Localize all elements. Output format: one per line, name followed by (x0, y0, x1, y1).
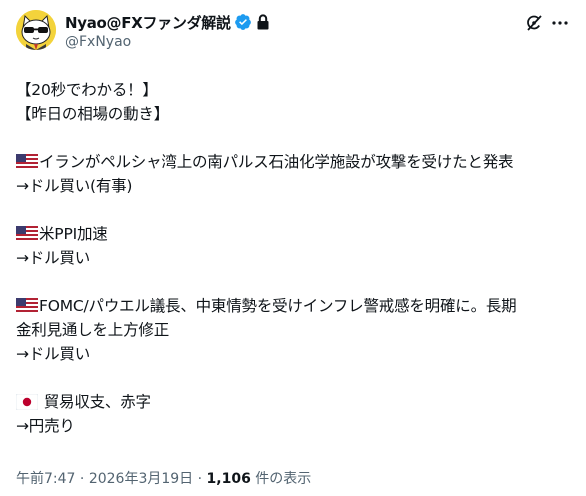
us-flag-icon (16, 154, 38, 170)
more-button[interactable] (550, 13, 570, 33)
views-label: 件の表示 (250, 471, 312, 487)
post-line: 貿易収支、赤字 (16, 390, 576, 414)
lock-icon (257, 14, 269, 30)
post-meta: 午前7:47 · 2026年3月19日 · 1,106 件の表示 (16, 468, 311, 488)
post-line-text: 貿易収支、赤字 (39, 393, 151, 411)
post-line: →ドル買い (16, 249, 90, 267)
us-flag-icon (16, 298, 38, 314)
post-title-line-2: 【昨日の相場の動き】 (16, 105, 170, 123)
cat-avatar-icon (16, 10, 56, 50)
post-line: →ドル買い(有事) (16, 177, 133, 195)
post-date: 2026年3月19日 (88, 471, 194, 487)
verified-badge-icon (234, 14, 251, 30)
handle[interactable]: @FxNyao (65, 34, 270, 50)
post-line: →円売り (16, 417, 75, 435)
post-line-text: FOMC/パウエル議長、中東情勢を受けインフレ警戒感を明確に。長期 (39, 297, 517, 315)
post-body: 【20秒でわかる！】 【昨日の相場の動き】 イランがペルシャ湾上の南パルス石油化… (16, 78, 576, 438)
avatar[interactable] (16, 10, 56, 50)
post-line: →ドル買い (16, 345, 90, 363)
grok-button[interactable] (524, 13, 544, 33)
post-line: 金利見通しを上方修正 (16, 321, 170, 339)
display-name[interactable]: Nyao@FXファンダ解説 (65, 12, 231, 33)
post-line-text: イランがペルシャ湾上の南パルス石油化学施設が攻撃を受けたと発表 (39, 153, 514, 171)
views-count: 1,106 (206, 471, 251, 487)
post-line-text: 米PPI加速 (39, 225, 108, 243)
us-flag-icon (16, 226, 38, 242)
post-timestamp[interactable]: 午前7:47 · 2026年3月19日 (16, 471, 193, 487)
meta-separator: · (193, 471, 207, 487)
post-line: FOMC/パウエル議長、中東情勢を受けインフレ警戒感を明確に。長期 (16, 294, 576, 318)
jp-flag-icon (16, 394, 38, 410)
meta-separator: · (75, 471, 89, 487)
post-time: 午前7:47 (16, 471, 76, 487)
more-icon (552, 21, 568, 25)
post-title-line-1: 【20秒でわかる！】 (16, 81, 158, 99)
post-header: Nyao@FXファンダ解説 @FxNyao (16, 10, 570, 54)
author-names: Nyao@FXファンダ解説 @FxNyao (65, 12, 270, 50)
post-line: イランがペルシャ湾上の南パルス石油化学施設が攻撃を受けたと発表 (16, 150, 576, 174)
post-line: 米PPI加速 (16, 222, 576, 246)
grok-icon (527, 15, 542, 31)
